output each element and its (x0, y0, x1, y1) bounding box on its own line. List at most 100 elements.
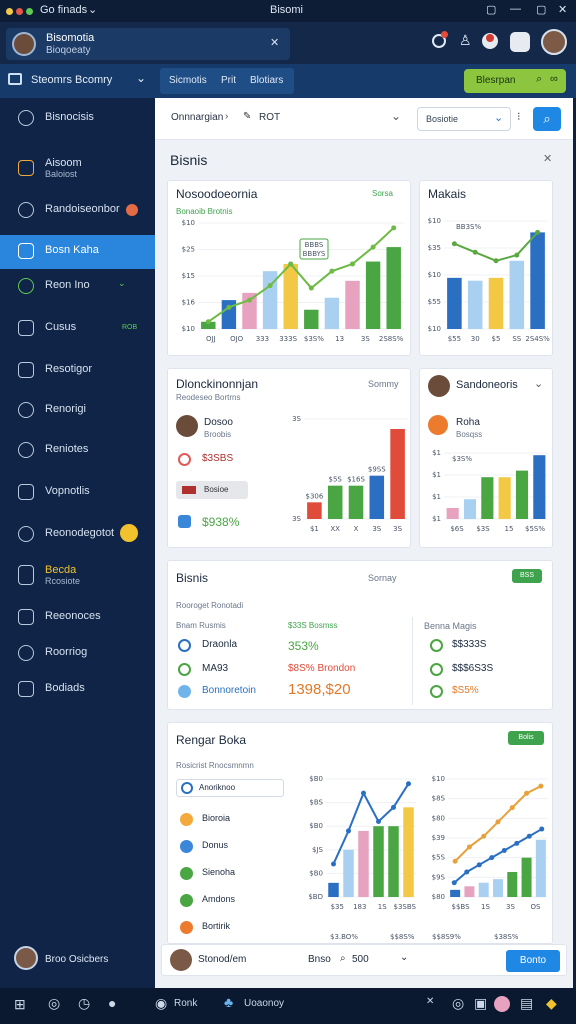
user-icon[interactable]: ♙ (459, 32, 472, 49)
y-tick-label: $8S (432, 795, 446, 803)
browser-icon[interactable]: ◉ (155, 995, 167, 1012)
star-icon[interactable]: ◆ (546, 995, 557, 1012)
settings-icon[interactable]: ● (108, 995, 116, 1011)
profile-icon[interactable] (494, 996, 510, 1012)
search-icon[interactable]: ◎ (48, 995, 60, 1012)
chevron-right-icon: › (225, 111, 229, 122)
primary-button[interactable]: Blesrpan ⌕ ∞ (464, 69, 566, 93)
sidebar-item-8[interactable]: Reniotes (0, 434, 155, 466)
chevron-down-icon[interactable]: ⌄ (400, 952, 408, 963)
windows-icon[interactable]: ⊞ (14, 996, 26, 1013)
sidebar-item-9[interactable]: Vopnotlis (0, 476, 155, 508)
y-tick-label: $B0 (309, 822, 323, 830)
window-dot-yellow[interactable] (6, 8, 13, 15)
card-button[interactable]: Bolis (508, 731, 544, 745)
edit-icon[interactable]: ✎ (243, 111, 251, 122)
flag-icon (182, 486, 196, 494)
window-dot-green[interactable] (26, 8, 33, 15)
sidebar-item-5[interactable]: Cusus ROB (0, 312, 155, 344)
sidebar-item-11[interactable]: Becda Rcosiote (0, 558, 155, 596)
chevron-down-icon[interactable]: ⌄ (391, 109, 401, 123)
avatar[interactable] (14, 946, 38, 970)
row-value: $3SBS (202, 453, 234, 464)
workspace-select[interactable]: Steomrs Bcomry (31, 74, 112, 86)
account-panel[interactable]: Bisomotia Bioqoeaty ✕ (6, 28, 290, 60)
close-icon[interactable]: ✕ (543, 152, 552, 165)
sidebar-item-10[interactable]: Reonodegotot (0, 518, 155, 550)
taskbar-item[interactable]: Ronk (174, 998, 197, 1009)
restore-icon[interactable]: — (510, 3, 521, 15)
card-tag[interactable]: Sommy (368, 379, 399, 389)
sidebar-item-1[interactable]: Aisoom Baloiost (0, 152, 155, 190)
row-label: Draonla (202, 639, 238, 650)
line-point (346, 828, 351, 834)
search-icon[interactable]: ⌕ (340, 953, 346, 964)
sidebar-item-4[interactable]: Reon Ino ⌄ (0, 270, 155, 302)
card-business: Bisnis Sornay BSS Rooroget Ronotadi Bnam… (167, 560, 553, 710)
data-label: $38S% (494, 933, 519, 941)
y-tick-label: $35 (428, 244, 441, 252)
notification-icon[interactable] (432, 31, 448, 48)
sidebar-item-14[interactable]: Bodiads (0, 673, 155, 705)
status-chip[interactable]: Bosioe (176, 481, 248, 499)
sidebar-item-0[interactable]: Bisnocisis (0, 102, 155, 134)
mic-icon[interactable]: ◎ (452, 995, 464, 1012)
line-point (514, 840, 520, 846)
y-tick-label: $B0 (309, 775, 323, 783)
card-tag[interactable]: Sorsa (372, 189, 393, 198)
chart-label: BB3S% (456, 223, 482, 231)
profile-icon[interactable] (482, 33, 498, 49)
tab-prit[interactable]: Prit (221, 75, 236, 86)
x-tick-label: 3S (506, 903, 515, 911)
folder-icon[interactable]: ▤ (520, 995, 533, 1012)
search-input[interactable]: Bosiotie ⌄ (417, 107, 511, 131)
list-item[interactable]: Bortirik (202, 921, 230, 931)
bar (328, 882, 339, 897)
device-icon (18, 565, 34, 585)
list-item[interactable]: Sienoha (202, 867, 235, 877)
sidebar-item-3[interactable]: Bosn Kaha (0, 235, 155, 269)
sidebar-item-label: Renorigi (45, 403, 86, 415)
tab-blotiars[interactable]: Blotiars (250, 75, 283, 86)
data-label: $$8S% (390, 933, 415, 941)
list-item[interactable]: Bioroia (202, 813, 230, 823)
minimize-icon[interactable]: ▢ (486, 3, 496, 16)
avatar[interactable] (541, 29, 567, 55)
footer-button[interactable]: Bonto (506, 950, 560, 972)
list-item[interactable]: Amdons (202, 894, 235, 904)
sidebar-item-7[interactable]: Renorigi (0, 394, 155, 426)
bar (463, 499, 477, 519)
list-item-selected[interactable]: Anoriknoo (176, 779, 284, 797)
apps-icon[interactable] (510, 32, 530, 52)
close-icon[interactable]: ✕ (426, 996, 434, 1007)
taskbar-item[interactable]: Uoaonoy (244, 998, 284, 1009)
screen-icon[interactable]: ▣ (474, 995, 487, 1012)
check-icon (430, 663, 443, 676)
search-button[interactable]: ⌕ (533, 107, 561, 131)
sidebar-item-13[interactable]: Roorriog (0, 637, 155, 669)
sidebar-item-6[interactable]: Resotigor (0, 354, 155, 386)
chevron-down-icon[interactable]: ⌄ (136, 71, 146, 85)
window-dot-red[interactable] (16, 8, 23, 15)
tab-label[interactable]: Go finads (40, 4, 87, 16)
breadcrumb-current[interactable]: ROT (259, 112, 280, 123)
status-badge (120, 524, 138, 542)
card-button[interactable]: BSS (512, 569, 542, 583)
breadcrumb[interactable]: Onnnargian (171, 112, 223, 123)
close-icon[interactable]: ✕ (558, 3, 567, 16)
maximize-icon[interactable]: ▢ (536, 3, 546, 16)
chevron-down-icon[interactable]: ⌄ (88, 3, 97, 16)
line-point (376, 818, 381, 824)
list-item[interactable]: Donus (202, 840, 228, 850)
collapse-icon[interactable]: ✕ (270, 36, 279, 49)
sidebar-item-2[interactable]: Randoiseonbor (0, 194, 155, 226)
clock-icon[interactable]: ◷ (78, 995, 90, 1012)
chevron-down-icon[interactable]: ⌄ (534, 377, 543, 390)
people-icon[interactable]: ♣ (224, 994, 233, 1010)
filter-icon[interactable]: ⁝ (517, 110, 521, 123)
sidebar-item-12[interactable]: Reeonoces (0, 601, 155, 633)
y-tick-label: $B0 (309, 869, 323, 877)
card-tag[interactable]: Sornay (368, 573, 397, 583)
tab-sicmotis[interactable]: Sicmotis (169, 75, 207, 86)
bar (464, 886, 475, 897)
